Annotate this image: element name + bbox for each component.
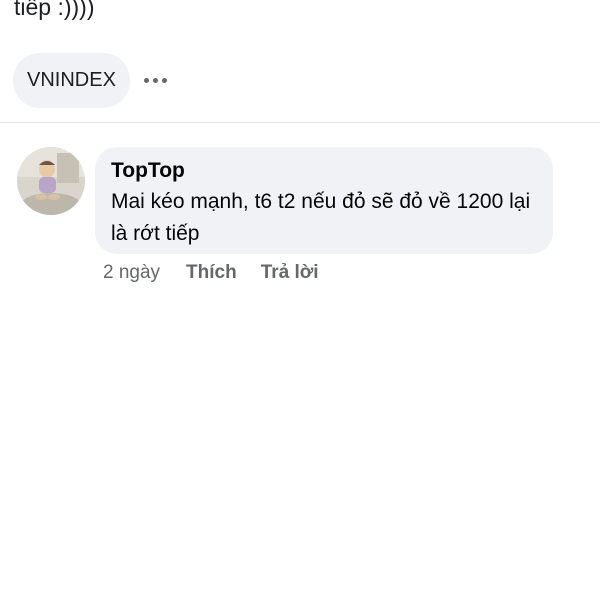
reply-button[interactable]: Trả lời [261,259,319,287]
comment-timestamp[interactable]: 2 ngày [103,259,160,287]
comment-actions: 2 ngày Thích Trả lời [103,259,343,287]
avatar[interactable] [17,147,85,215]
tag-chip-vnindex[interactable]: VNINDEX [13,53,130,108]
post-text: tiếp :)))) [14,0,95,20]
comment-bubble: TopTop Mai kéo mạnh, t6 t2 nếu đỏ sẽ đỏ … [95,147,553,254]
post-tag-row: VNINDEX [13,53,167,108]
comment-author[interactable]: TopTop [111,157,537,185]
divider [0,122,600,123]
more-horizontal-icon[interactable] [143,71,167,91]
comment-text: Mai kéo mạnh, t6 t2 nếu đỏ sẽ đỏ về 1200… [111,190,531,245]
comment-thread-page: tiếp :)))) VNINDEX TopTop Mai kéo mạnh, … [0,0,600,600]
like-button[interactable]: Thích [186,259,237,287]
